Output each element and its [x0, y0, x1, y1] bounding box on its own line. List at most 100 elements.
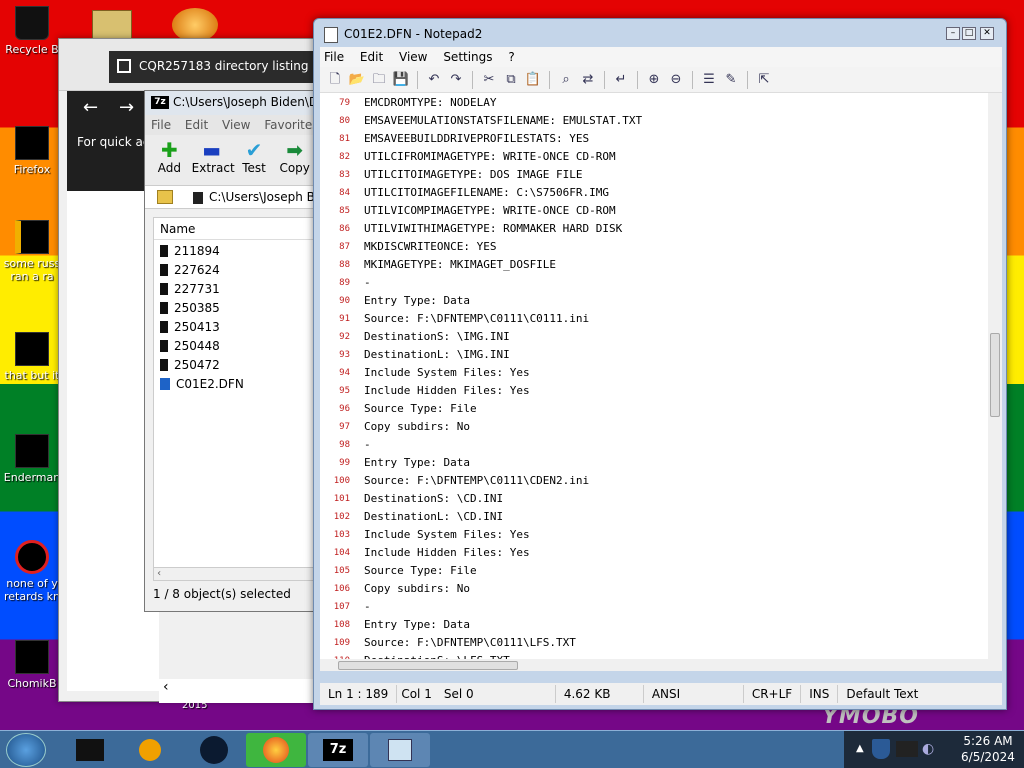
customize-scheme-icon[interactable]: ✎: [722, 71, 740, 89]
network-icon[interactable]: [896, 741, 918, 757]
editor-line[interactable]: 94 Include System Files: Yes: [320, 365, 529, 383]
menu-file[interactable]: File: [151, 118, 171, 132]
undo-icon[interactable]: ↶: [425, 71, 443, 89]
security-shield-icon[interactable]: [872, 739, 890, 759]
editor-line[interactable]: 99 Entry Type: Data: [320, 455, 470, 473]
open-folder-icon[interactable]: 📂: [348, 71, 366, 89]
status-encoding[interactable]: ANSI: [644, 685, 744, 703]
back-arrow-icon[interactable]: ←: [83, 97, 98, 118]
taskbar-app-7zip[interactable]: 7z: [308, 733, 368, 767]
list-item[interactable]: 250448: [154, 335, 318, 354]
paste-icon[interactable]: 📋: [524, 71, 542, 89]
redo-icon[interactable]: ↷: [447, 71, 465, 89]
clock[interactable]: 5:26 AM 6/5/2024: [958, 733, 1018, 765]
replace-icon[interactable]: ⇄: [579, 71, 597, 89]
shortcut-icon[interactable]: some russ ran a ra: [2, 220, 62, 283]
vertical-scroll-thumb[interactable]: [990, 333, 1000, 417]
editor-line[interactable]: 105 Source Type: File: [320, 563, 477, 581]
taskbar-app-globe[interactable]: [184, 733, 244, 767]
shortcut-icon[interactable]: that but it: [2, 332, 62, 382]
taskbar-app-firefox[interactable]: [246, 733, 306, 767]
zoom-out-icon[interactable]: ⊖: [667, 71, 685, 89]
editor-line[interactable]: 89 -: [320, 275, 370, 293]
editor-line[interactable]: 87 MKDISCWRITEONCE: YES: [320, 239, 496, 257]
file-list-hscroll[interactable]: ‹: [153, 567, 319, 581]
minimize-button[interactable]: –: [946, 27, 960, 40]
copy-icon[interactable]: ⧉: [502, 71, 520, 89]
column-header-name[interactable]: Name: [154, 218, 318, 240]
recycle-bin-icon[interactable]: Recycle B: [2, 6, 62, 56]
editor-line[interactable]: 97 Copy subdirs: No: [320, 419, 470, 437]
menu-view[interactable]: View: [222, 118, 250, 132]
editor-line[interactable]: 100 Source: F:\DFNTEMP\C0111\CDEN2.ini: [320, 473, 589, 491]
editor-line[interactable]: 103 Include System Files: Yes: [320, 527, 530, 545]
folder-up-icon[interactable]: [157, 190, 173, 204]
sevenzip-titlebar[interactable]: 7z C:\Users\Joseph Biden\Do: [145, 91, 319, 115]
editor-line[interactable]: 102 DestinationL: \CD.INI: [320, 509, 503, 527]
editor-line[interactable]: 82 UTILCIFROMIMAGETYPE: WRITE-ONCE CD-ROM: [320, 149, 616, 167]
editor-line[interactable]: 101 DestinationS: \CD.INI: [320, 491, 503, 509]
editor-line[interactable]: 88 MKIMAGETYPE: MKIMAGET_DOSFILE: [320, 257, 556, 275]
notepad2-titlebar[interactable]: C01E2.DFN - Notepad2 – □ ✕: [314, 19, 1006, 49]
extract-button[interactable]: ▬ Extract: [192, 139, 235, 181]
list-item[interactable]: C01E2.DFN: [154, 373, 318, 392]
save-icon[interactable]: 💾: [392, 71, 410, 89]
start-button[interactable]: [6, 733, 46, 767]
scheme-icon[interactable]: ☰: [700, 71, 718, 89]
add-button[interactable]: ✚ Add: [151, 139, 188, 181]
editor-line[interactable]: 80 EMSAVEEMULATIONSTATSFILENAME: EMULSTAT…: [320, 113, 642, 131]
editor-line[interactable]: 81 EMSAVEEBUILDDRIVEPROFILESTATS: YES: [320, 131, 589, 149]
address-bar[interactable]: C:\Users\Joseph Bide: [145, 185, 319, 209]
menu-help[interactable]: ?: [508, 50, 514, 64]
list-item[interactable]: 227624: [154, 259, 318, 278]
copy-button[interactable]: ➡ Copy: [276, 139, 313, 181]
volume-icon[interactable]: ◐: [922, 741, 934, 757]
menu-file[interactable]: File: [324, 50, 344, 64]
list-item[interactable]: 250385: [154, 297, 318, 316]
close-button[interactable]: ✕: [980, 27, 994, 40]
editor-line[interactable]: 93 DestinationL: \IMG.INI: [320, 347, 510, 365]
editor-line[interactable]: 106 Copy subdirs: No: [320, 581, 470, 599]
editor-line[interactable]: 95 Include Hidden Files: Yes: [320, 383, 529, 401]
vertical-scrollbar[interactable]: [988, 93, 1002, 671]
editor-line[interactable]: 85 UTILVICOMPIMAGETYPE: WRITE-ONCE CD-ROM: [320, 203, 616, 221]
list-item[interactable]: 211894: [154, 240, 318, 259]
shortcut-icon[interactable]: ChomikB: [2, 640, 62, 690]
firefox-icon[interactable]: Firefox: [2, 126, 62, 176]
list-item[interactable]: 250472: [154, 354, 318, 373]
editor-line[interactable]: 108 Entry Type: Data: [320, 617, 470, 635]
list-item[interactable]: 250413: [154, 316, 318, 335]
menu-favorites[interactable]: Favorites: [264, 118, 318, 132]
taskbar-app-media[interactable]: [120, 733, 180, 767]
editor-line[interactable]: 90 Entry Type: Data: [320, 293, 470, 311]
shortcut-icon[interactable]: Enderman: [2, 434, 62, 484]
new-file-icon[interactable]: 🗋: [326, 71, 344, 89]
taskbar-app-notepad2[interactable]: [370, 733, 430, 767]
editor-line[interactable]: 98 -: [320, 437, 370, 455]
status-eol[interactable]: CR+LF: [744, 685, 802, 703]
cut-icon[interactable]: ✂: [480, 71, 498, 89]
menu-settings[interactable]: Settings: [443, 50, 492, 64]
status-scheme[interactable]: Default Text: [838, 685, 926, 703]
editor-line[interactable]: 91 Source: F:\DFNTEMP\C0111\C0111.ini: [320, 311, 589, 329]
editor-line[interactable]: 107 -: [320, 599, 371, 617]
text-editor[interactable]: 79 EMCDROMTYPE: NODELAY 80 EMSAVEEMULATIONS…: [320, 93, 1002, 671]
taskbar-app-explorer[interactable]: [60, 733, 120, 767]
editor-line[interactable]: 96 Source Type: File: [320, 401, 476, 419]
editor-line[interactable]: 109 Source: F:\DFNTEMP\C0111\LFS.TXT: [320, 635, 576, 653]
word-wrap-icon[interactable]: ↵: [612, 71, 630, 89]
horizontal-scrollbar[interactable]: [320, 659, 988, 671]
forward-arrow-icon[interactable]: →: [119, 97, 134, 118]
menu-edit[interactable]: Edit: [185, 118, 208, 132]
horizontal-scroll-thumb[interactable]: [338, 661, 518, 670]
always-on-top-icon[interactable]: ⇱: [755, 71, 773, 89]
maximize-button[interactable]: □: [962, 27, 976, 40]
list-item[interactable]: 227731: [154, 278, 318, 297]
editor-line[interactable]: 104 Include Hidden Files: Yes: [320, 545, 530, 563]
editor-line[interactable]: 79 EMCDROMTYPE: NODELAY: [320, 95, 496, 113]
status-mode[interactable]: INS: [801, 685, 839, 703]
zoom-in-icon[interactable]: ⊕: [645, 71, 663, 89]
browse-icon[interactable]: 🗀: [370, 71, 388, 89]
editor-line[interactable]: 83 UTILCITOIMAGETYPE: DOS IMAGE FILE: [320, 167, 582, 185]
menu-edit[interactable]: Edit: [360, 50, 383, 64]
